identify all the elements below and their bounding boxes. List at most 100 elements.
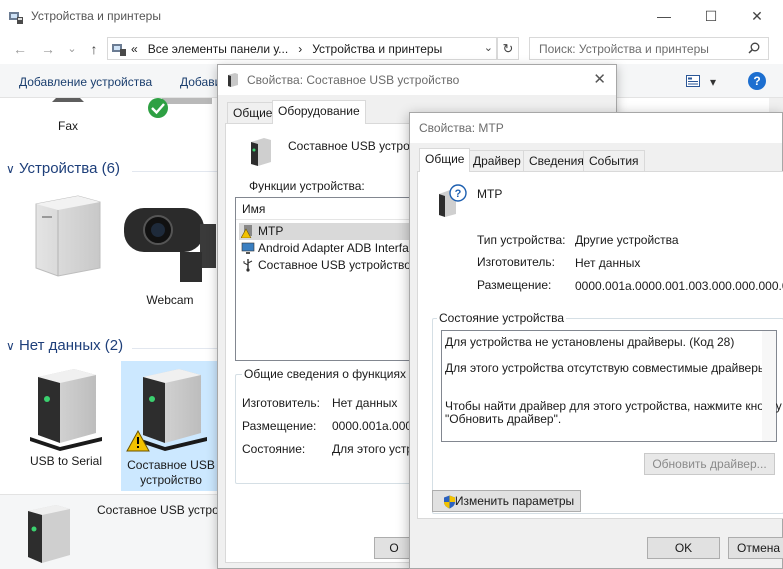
list-item-label: Составное USB устройство [258, 258, 411, 272]
usb-plug-icon [243, 259, 253, 272]
tab-hardware[interactable]: Оборудование [272, 100, 366, 124]
dialog-title: Свойства: Составное USB устройство [247, 73, 460, 87]
help-icon[interactable]: ? [748, 72, 766, 90]
manufacturer-label: Изготовитель: [477, 255, 555, 269]
address-bar[interactable]: « Все элементы панели у... › Устройства … [107, 37, 497, 60]
webcam-icon [124, 208, 216, 282]
ok-button[interactable]: OK [647, 537, 720, 559]
device-label: Fax [57, 119, 78, 133]
close-button[interactable]: ✕ [737, 4, 777, 28]
status-group-title: Состояние устройства [437, 311, 567, 325]
minimize-button[interactable]: — [644, 4, 684, 28]
default-check-icon [148, 98, 212, 118]
device-type-value: Другие устройства [575, 233, 679, 247]
cancel-button[interactable]: Отмена [728, 537, 783, 559]
status-scrollbar[interactable] [762, 331, 776, 441]
list-item-label: Android Adapter ADB Interface [258, 241, 422, 255]
group-no-data-header[interactable]: ∨ Нет данных (2) [6, 337, 123, 354]
explorer-titlebar: Устройства и принтеры — ☐ ✕ [0, 0, 783, 34]
location-label: Размещение: [242, 419, 317, 433]
breadcrumb-separator: › [298, 42, 303, 56]
column-header-name[interactable]: Имя [236, 198, 434, 220]
group-devices-label: Устройства (6) [18, 160, 120, 177]
device-label: Составное USB устройство [127, 458, 215, 487]
manufacturer-label: Изготовитель: [242, 396, 320, 410]
usb-device-icon [228, 73, 238, 87]
status-text-line: Чтобы найти драйвер для этого устройства… [445, 399, 782, 413]
change-view-icon[interactable] [686, 75, 700, 87]
back-button[interactable]: ← [10, 39, 30, 59]
status-text-line: Для устройства не установлены драйверы. … [445, 335, 735, 349]
breadcrumb-control-panel[interactable]: Все элементы панели у... [148, 42, 288, 56]
view-menu-chevron-icon[interactable]: ▾ [710, 75, 716, 89]
device-usb-to-serial[interactable]: USB to Serial [16, 363, 116, 475]
default-printer-device[interactable] [118, 98, 218, 122]
location-label: Размещение: [477, 278, 552, 292]
manufacturer-value: Нет данных [332, 396, 398, 410]
device-usb-composite[interactable]: Составное USB устройство [121, 361, 221, 491]
up-button[interactable]: ↑ [84, 39, 104, 59]
maximize-button[interactable]: ☐ [691, 4, 731, 28]
status-label: Состояние: [242, 442, 306, 456]
device-tower-icon [30, 369, 102, 451]
unknown-device-icon: ? [439, 184, 467, 217]
change-settings-button[interactable]: Изменить параметры [432, 490, 581, 512]
location-value: 0000.001a.0000.001.003.000.000.000.000 [575, 279, 783, 293]
usb-device-icon [251, 138, 271, 166]
breadcrumb-devices-printers[interactable]: Устройства и принтеры [312, 42, 442, 56]
status-text-line: Для этого устройства отсутствую совмести… [445, 361, 770, 375]
device-status-textbox[interactable]: Для устройства не установлены драйверы. … [441, 330, 782, 442]
group-divider [132, 348, 217, 349]
search-icon [748, 42, 760, 54]
refresh-button[interactable]: ↻ [497, 37, 519, 60]
details-device-name: Составное USB устро [97, 503, 219, 517]
tab-events[interactable]: События [583, 150, 645, 172]
address-dropdown-icon[interactable]: ⌄ [484, 41, 493, 54]
group-no-data-label: Нет данных (2) [18, 337, 124, 354]
svg-text:?: ? [455, 188, 462, 200]
device-type-label: Тип устройства: [477, 233, 566, 247]
tab-general[interactable]: Общие [227, 102, 279, 124]
forward-button[interactable]: → [38, 39, 58, 59]
tab-general[interactable]: Общие [419, 148, 471, 172]
device-fax[interactable]: Fax [18, 98, 118, 134]
list-item-label: MTP [258, 224, 284, 238]
tab-driver[interactable]: Драйвер [467, 150, 527, 172]
collapse-chevron-icon: ∨ [6, 339, 15, 353]
devices-printers-icon [9, 12, 23, 24]
tab-details[interactable]: Сведения [523, 150, 590, 172]
group-devices-header[interactable]: ∨ Устройства (6) [6, 160, 120, 177]
update-driver-button[interactable]: Обновить драйвер... [644, 453, 775, 475]
list-item[interactable]: Android Adapter ADB Interface [239, 240, 429, 257]
change-settings-label: Изменить параметры [454, 494, 575, 508]
functions-list[interactable]: Имя MTP Android Adapter ADB Interface Со… [235, 197, 435, 361]
dialog-titlebar: Свойства: Составное USB устройство ✕ [218, 65, 616, 95]
search-placeholder: Поиск: Устройства и принтеры [539, 42, 709, 56]
device-generic-tower[interactable] [16, 190, 116, 302]
device-tower-icon [126, 369, 207, 452]
selected-device-icon [28, 505, 70, 563]
device-tower-icon [35, 195, 101, 277]
group-divider [132, 171, 217, 172]
add-printer-button[interactable]: Добави [180, 75, 221, 89]
list-item[interactable]: Составное USB устройство [239, 257, 429, 274]
recent-locations-button[interactable]: ⌄ [62, 39, 82, 59]
collapse-chevron-icon: ∨ [6, 162, 15, 176]
dialog-close-button[interactable]: ✕ [593, 70, 606, 88]
details-pane: Составное USB устро [0, 494, 220, 569]
status-value: Для этого устр [332, 442, 414, 456]
search-input[interactable]: Поиск: Устройства и принтеры [529, 37, 769, 60]
ok-button[interactable]: О [374, 537, 414, 559]
list-item[interactable]: MTP [239, 223, 429, 240]
window-title: Устройства и принтеры [31, 9, 161, 23]
device-name: Составное USB устройс [288, 139, 423, 153]
control-panel-icon [112, 44, 126, 56]
breadcrumb-overflow[interactable]: « [131, 42, 138, 56]
breadcrumb: « Все элементы панели у... › Устройства … [131, 42, 442, 56]
add-device-button[interactable]: Добавление устройства [19, 75, 152, 89]
uac-shield-icon [444, 495, 455, 509]
device-webcam[interactable]: Webcam [120, 200, 220, 312]
device-label: Webcam [146, 293, 194, 307]
warning-device-icon [241, 225, 252, 238]
navigation-bar: ← → ⌄ ↑ « Все элементы панели у... › Уст… [0, 36, 783, 62]
